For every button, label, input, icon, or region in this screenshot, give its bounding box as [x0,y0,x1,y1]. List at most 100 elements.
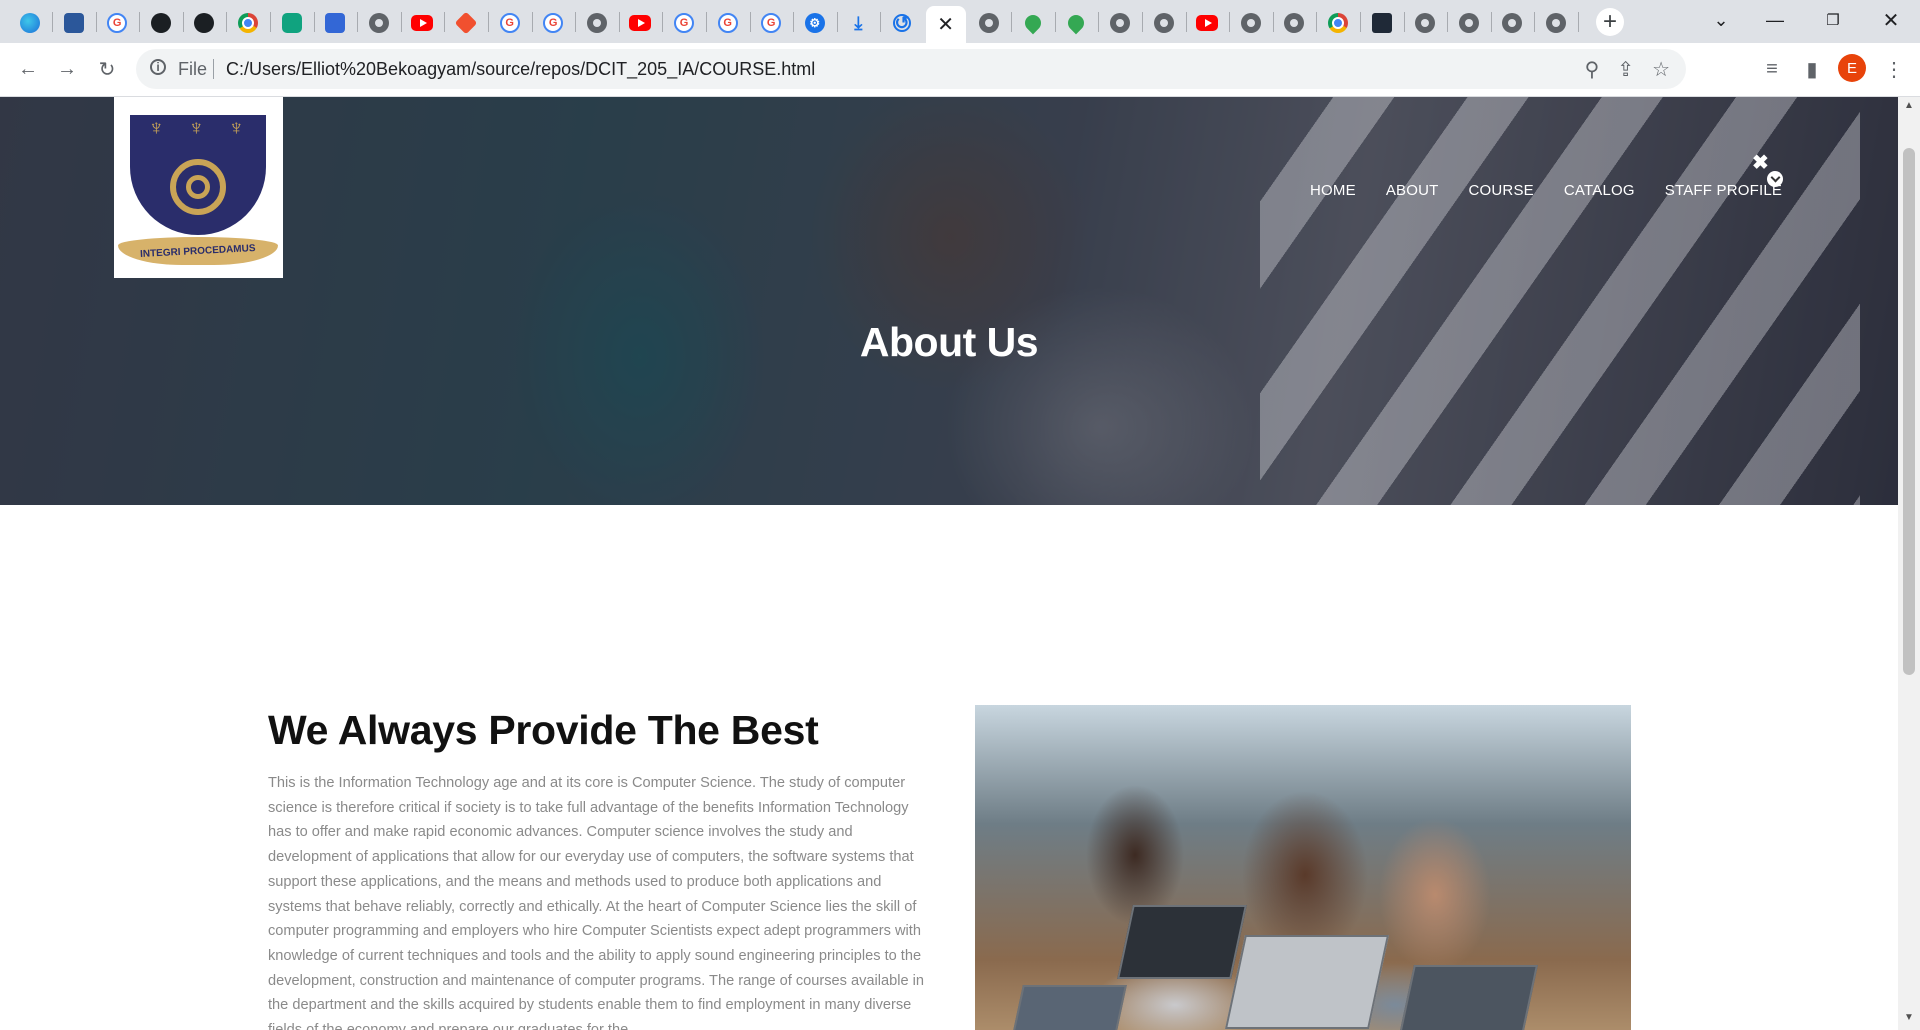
share-icon[interactable]: ⇪ [1617,57,1634,82]
profile-avatar[interactable]: E [1838,54,1866,82]
browser-tab[interactable] [359,6,399,40]
browser-tab[interactable]: G [533,6,573,40]
browser-tab[interactable] [1405,6,1445,40]
browser-tab[interactable] [54,6,94,40]
settings-icon: ⚙ [804,13,825,33]
browser-tab[interactable] [969,6,1009,40]
browser-tab[interactable] [620,6,660,40]
browser-tab[interactable]: G [664,6,704,40]
tab-strip: G G G G G G ⚙ ⤓ ↺ ✕ + ⌄ — ❐ ✕ [0,0,1920,43]
url-text[interactable]: C:/Users/Elliot%20Bekoagyam/source/repos… [226,59,815,80]
forward-button[interactable]: → [53,55,81,83]
browser-tab[interactable] [1362,6,1402,40]
browser-tab[interactable] [272,6,312,40]
browser-tab[interactable]: ↺ [882,6,922,40]
new-tab-button[interactable]: + [1596,8,1624,36]
browser-tab[interactable] [1449,6,1489,40]
tab-search-icon[interactable]: ⌄ [1698,0,1744,40]
browser-tab[interactable] [1231,6,1271,40]
browser-tab[interactable]: G [708,6,748,40]
tab-active[interactable]: ✕ [925,6,966,43]
youtube-icon [1196,15,1219,31]
browser-tab[interactable]: G [490,6,530,40]
browser-tab[interactable] [446,6,486,40]
google-icon: G [717,13,738,33]
browser-tab[interactable]: ⚙ [795,6,835,40]
lens-icon [1371,13,1392,33]
browser-tab[interactable] [1318,6,1358,40]
hero-section [0,97,1898,505]
nav-course[interactable]: COURSE [1469,182,1534,199]
site-info-icon[interactable]: i [150,59,166,75]
university-logo[interactable]: ♆ ♆ ♆ INTEGRI PROCEDAMUS [114,97,283,278]
restore-button[interactable]: ❐ [1810,0,1856,40]
browser-tab[interactable]: G [97,6,137,40]
browser-tab[interactable] [1274,6,1314,40]
globe-icon [1458,13,1479,33]
globe-icon [1502,13,1523,33]
address-bar[interactable]: i File C:/Users/Elliot%20Bekoagyam/sourc… [136,49,1686,89]
class-icon [325,13,346,33]
maps-icon [1021,11,1045,35]
back-button[interactable]: ← [14,55,42,83]
maps-icon [1065,11,1088,35]
browser-tab[interactable] [1144,6,1184,40]
browser-tab[interactable]: ⤓ [838,6,878,40]
browser-tab[interactable] [1013,6,1053,40]
chatgpt-icon [281,13,302,33]
youtube-icon [629,15,652,31]
browser-tab[interactable] [10,6,50,40]
browser-tab[interactable] [402,6,442,40]
browser-tab[interactable] [228,6,268,40]
github-icon [194,13,215,33]
youtube-icon [411,15,434,31]
scrollbar-thumb[interactable] [1903,148,1915,675]
nav-catalog[interactable]: CATALOG [1564,182,1635,199]
reading-list-icon[interactable]: ≡ [1758,55,1786,83]
scroll-up-arrow-icon[interactable]: ▲ [1903,100,1915,114]
google-icon: G [499,13,520,33]
page-viewport: ♆ ♆ ♆ INTEGRI PROCEDAMUS HOME ABOUT COUR… [0,97,1898,1030]
side-panel-icon[interactable]: ▮ [1798,55,1826,83]
motto-text: INTEGRI PROCEDAMUS [140,242,256,260]
divider [213,59,214,79]
scheme-label: File [178,59,208,79]
git-icon [454,11,478,35]
about-paragraph: This is the Information Technology age a… [268,775,925,1030]
globe-icon [1240,13,1261,33]
globe-icon [1415,13,1436,33]
tab-close-icon: ✕ [937,14,954,36]
browser-tab[interactable] [1056,6,1096,40]
nav-home[interactable]: HOME [1310,182,1356,199]
browser-tab[interactable] [1536,6,1576,40]
zoom-icon[interactable]: ⚲ [1585,57,1600,82]
globe-icon [586,13,607,33]
minimize-button[interactable]: — [1752,0,1798,40]
close-window-button[interactable]: ✕ [1868,0,1914,40]
reload-button[interactable]: ↻ [93,55,121,83]
browser-tab[interactable] [141,6,181,40]
google-icon: G [761,13,782,33]
globe-icon [368,13,389,33]
close-icon[interactable]: ✖ [1752,150,1769,175]
edge-icon [20,13,40,33]
browser-tab[interactable] [1187,6,1227,40]
browser-tab[interactable] [184,6,224,40]
menu-icon[interactable]: ⋮ [1880,55,1908,83]
browser-tab[interactable] [1492,6,1532,40]
nav-staff-profile[interactable]: STAFF PROFILE [1665,182,1782,199]
scroll-down-arrow-icon[interactable]: ▼ [1903,1012,1915,1026]
google-icon: G [543,13,564,33]
chevron-down-icon[interactable] [1767,171,1783,187]
download-icon: ⤓ [854,12,863,33]
browser-tab[interactable] [315,6,355,40]
browser-tab[interactable] [1100,6,1140,40]
chrome-icon [238,13,258,33]
nav-about[interactable]: ABOUT [1386,182,1439,199]
github-icon [150,13,171,33]
browser-tab[interactable] [577,6,617,40]
crest-shield-icon: ♆ ♆ ♆ [130,115,266,235]
browser-toolbar: ← → ↻ i File C:/Users/Elliot%20Bekoagyam… [0,43,1920,97]
browser-tab[interactable]: G [751,6,791,40]
bookmark-star-icon[interactable]: ☆ [1652,57,1670,82]
